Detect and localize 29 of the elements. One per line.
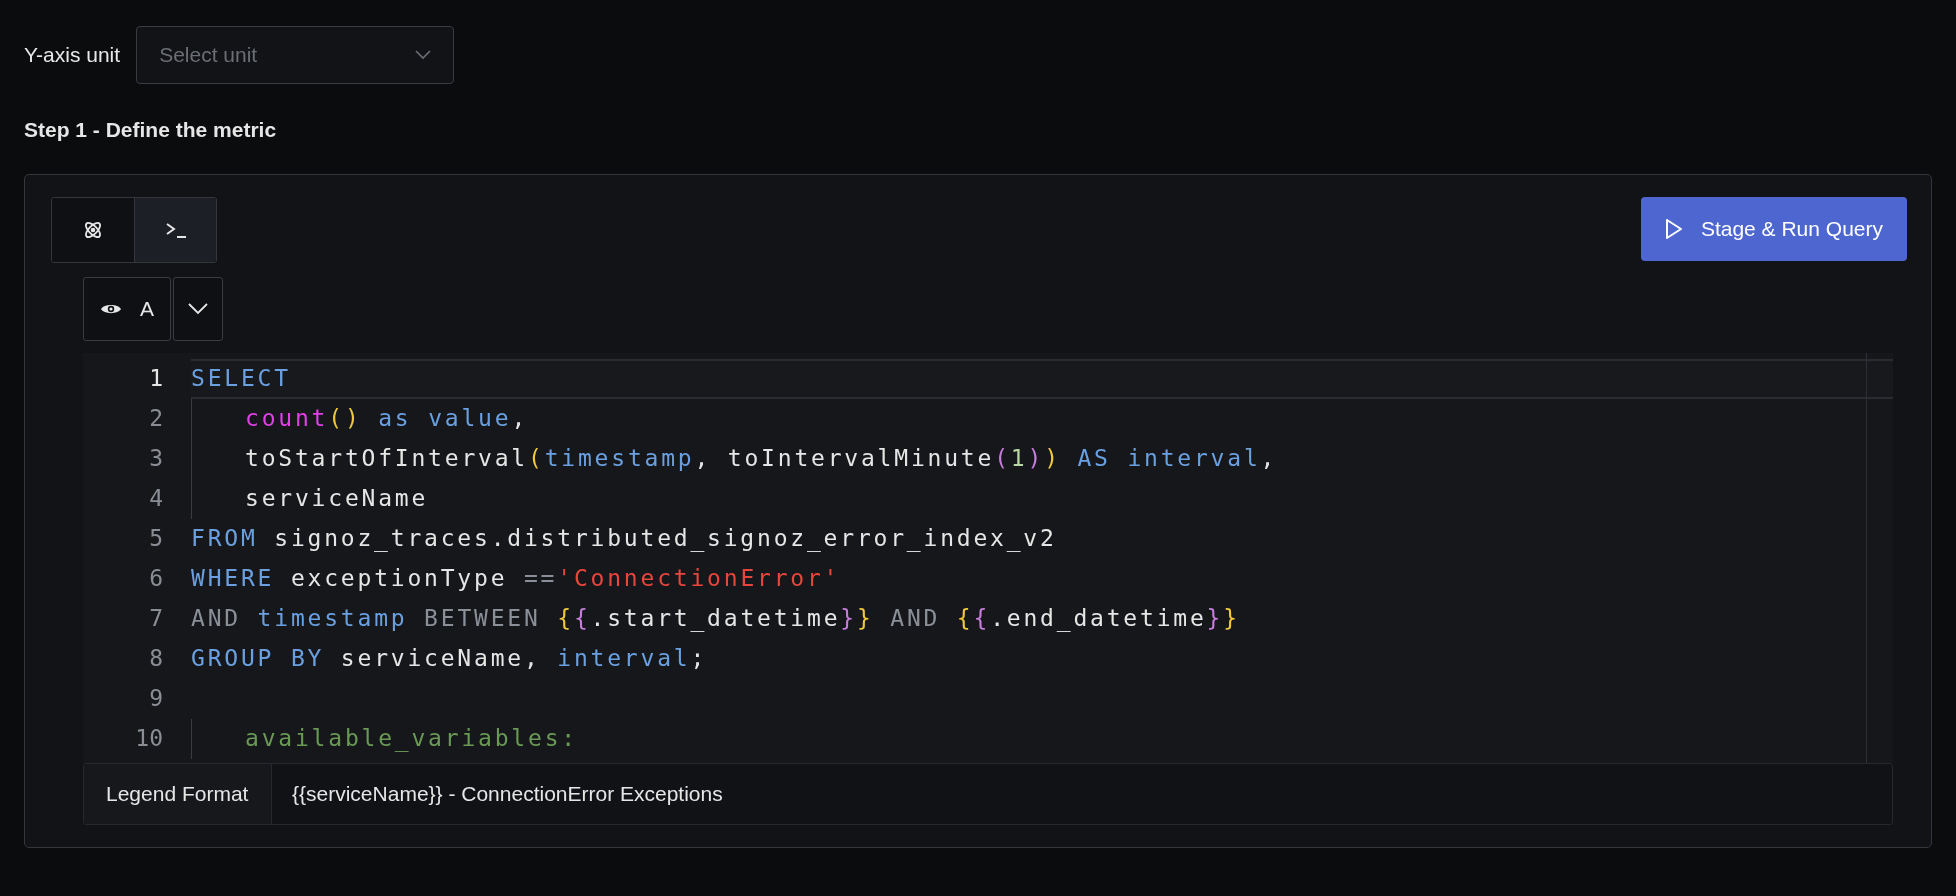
code-line: GROUP BY serviceName, interval; [191,644,709,674]
unit-select[interactable]: Select unit [136,26,455,84]
editor-mode-tab[interactable] [52,197,134,262]
code-line: WHERE exceptionType =='ConnectionError' [191,564,842,594]
y-axis-unit-label: Y-axis unit [24,42,121,69]
code-line: toStartOfInterval(timestamp, toIntervalMinute(1)) AS interval, [191,438,1893,479]
chevron-down-icon [415,50,432,60]
line-number: 6 [148,564,163,594]
line-number: 9 [148,684,163,714]
line-number: 2 [148,404,163,434]
line-number: 4 [148,484,163,514]
line-number: 10 [134,724,163,754]
code-line: available_variables: [191,718,1893,759]
query-visibility-toggle[interactable]: A [83,276,171,341]
line-number: 3 [148,444,163,474]
line-number: 8 [148,644,163,674]
code-line: FROM signoz_traces.distributed_signoz_error_index_v2 [191,524,1058,554]
line-number: 7 [148,604,163,634]
stage-run-query-button[interactable]: Stage & Run Query [1640,196,1907,261]
terminal-icon [164,221,187,238]
code-line: serviceName [191,478,1893,519]
line-number: 5 [148,524,163,554]
code-editor[interactable] [83,352,1893,763]
code-line: AND timestamp BETWEEN {{.start_datetime}} AND {{.end_datetime}} [191,604,1241,634]
play-icon [1664,217,1683,240]
line-number: 1 [148,364,163,394]
chevron-down-icon [188,302,208,315]
section-heading: Step 1 - Define the metric [24,117,278,143]
code-line: count() as value, [191,398,1893,439]
